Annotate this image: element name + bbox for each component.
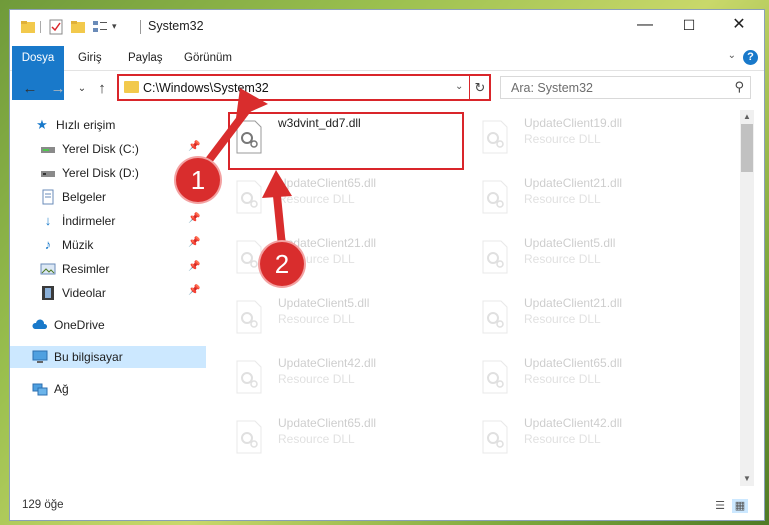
step-marker-2: 2	[260, 242, 304, 286]
annotation-arrows	[196, 88, 292, 247]
arrow-1-head	[236, 88, 268, 118]
arrow-2-head	[262, 170, 292, 198]
step-marker-1: 1	[176, 158, 220, 202]
